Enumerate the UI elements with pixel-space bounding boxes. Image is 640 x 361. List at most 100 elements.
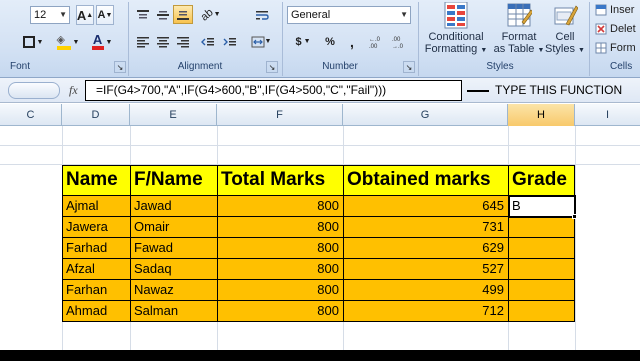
decrease-indent-icon [201, 37, 214, 45]
cell-styles-button[interactable]: Cell Styles ▼ [545, 0, 585, 58]
group-label-alignment: Alignment [177, 61, 223, 72]
conditional-formatting-label-2: Formatting [424, 43, 478, 55]
fill-handle[interactable] [572, 214, 577, 219]
column-header-h[interactable]: H [508, 104, 575, 126]
svg-text:→.0: →.0 [392, 44, 404, 49]
format-cells-button[interactable]: Form [594, 39, 640, 56]
grid-line [0, 145, 640, 146]
table-cell[interactable]: Fawad [131, 238, 218, 259]
font-color-button[interactable]: A ▼ [88, 32, 116, 52]
delete-cells-label: Delet [610, 22, 636, 35]
chevron-down-icon: ▼ [303, 38, 311, 45]
header-cell-obtained-marks[interactable]: Obtained marks [344, 166, 509, 196]
column-header-d[interactable]: D [62, 104, 130, 126]
table-cell[interactable]: 731 [344, 217, 509, 238]
annotation-text: TYPE THIS FUNCTION [495, 83, 623, 97]
currency-icon: $ [295, 35, 302, 48]
header-cell-total-marks[interactable]: Total Marks [218, 166, 344, 196]
alignment-dialog-launcher-icon[interactable]: ↘ [266, 61, 278, 73]
table-cell[interactable]: 527 [344, 259, 509, 280]
table-cell[interactable]: Jawad [131, 196, 218, 217]
chevron-down-icon: ▼ [59, 10, 67, 19]
align-bottom-button[interactable] [173, 5, 193, 24]
column-header-c[interactable]: C [0, 104, 62, 126]
table-cell[interactable]: 800 [218, 301, 344, 322]
shrink-font-button[interactable]: A ▼ [96, 5, 114, 25]
cell-styles-label-1: Cell [555, 31, 575, 43]
align-middle-button[interactable] [153, 5, 173, 24]
table-cell[interactable]: 800 [218, 238, 344, 259]
column-header-e[interactable]: E [130, 104, 217, 126]
insert-function-button[interactable]: fx [69, 83, 78, 98]
font-color-icon: A [91, 33, 104, 50]
table-cell[interactable] [509, 301, 575, 322]
table-cell[interactable]: Sadaq [131, 259, 218, 280]
header-cell-fname[interactable]: F/Name [131, 166, 218, 196]
comma-button[interactable]: , [342, 32, 362, 51]
table-cell[interactable]: Afzal [63, 259, 131, 280]
align-left-button[interactable] [133, 32, 153, 51]
decrease-indent-button[interactable] [198, 32, 218, 51]
insert-cells-button[interactable]: Inser [594, 1, 640, 18]
delete-cells-button[interactable]: Delet [594, 20, 640, 37]
table-cell[interactable] [509, 280, 575, 301]
column-header-i[interactable]: I [575, 104, 640, 126]
align-right-icon [177, 36, 189, 47]
table-cell[interactable]: 800 [218, 259, 344, 280]
table-cell[interactable]: 645 [344, 196, 509, 217]
number-dialog-launcher-icon[interactable]: ↘ [403, 61, 415, 73]
insert-cells-icon [595, 4, 607, 15]
table-cell[interactable]: Nawaz [131, 280, 218, 301]
align-right-button[interactable] [173, 32, 193, 51]
conditional-formatting-label-1: Conditional [428, 31, 484, 43]
percent-button[interactable]: % [320, 32, 340, 51]
excel-window: 12 ▼ A ▲ A ▼ ▼ ◈ ▼ A ▼ Font ↘ ab ▼ ▼ Ali… [0, 0, 640, 361]
formula-bar: fx =IF(G4>700,"A",IF(G4>600,"B",IF(G4>50… [0, 78, 640, 103]
table-cell[interactable] [509, 217, 575, 238]
chevron-down-icon: ▼ [36, 38, 44, 46]
format-as-table-button[interactable]: Format as Table ▼ [494, 0, 544, 58]
align-top-button[interactable] [133, 5, 153, 24]
table-cell[interactable]: 800 [218, 280, 344, 301]
table-cell[interactable] [509, 238, 575, 259]
table-cell[interactable]: Farhad [63, 238, 131, 259]
table-cell[interactable]: 800 [218, 217, 344, 238]
header-cell-grade[interactable]: Grade [509, 166, 575, 196]
number-format-combo[interactable]: General ▼ [287, 6, 411, 24]
name-box[interactable] [8, 82, 60, 99]
table-cell[interactable]: 712 [344, 301, 509, 322]
paint-bucket-icon: ◈ [56, 34, 71, 50]
percent-icon: % [325, 35, 335, 48]
table-cell[interactable]: 800 [218, 196, 344, 217]
border-button[interactable]: ▼ [20, 32, 46, 52]
merge-center-button[interactable]: ▼ [248, 32, 274, 51]
header-cell-name[interactable]: Name [63, 166, 131, 196]
table-cell[interactable]: Ahmad [63, 301, 131, 322]
table-cell[interactable] [509, 259, 575, 280]
formula-input[interactable]: =IF(G4>700,"A",IF(G4>600,"B",IF(G4>500,"… [85, 80, 462, 101]
align-center-button[interactable] [153, 32, 173, 51]
table-cell[interactable]: 629 [344, 238, 509, 259]
table-cell[interactable]: Farhan [63, 280, 131, 301]
table-cell[interactable]: Salman [131, 301, 218, 322]
group-separator [282, 2, 283, 76]
font-size-combo[interactable]: 12 ▼ [30, 6, 70, 24]
currency-button[interactable]: $ ▼ [290, 32, 316, 51]
grow-font-button[interactable]: A ▲ [76, 5, 94, 25]
conditional-formatting-button[interactable]: Conditional Formatting ▼ [425, 0, 487, 58]
table-cell[interactable]: 499 [344, 280, 509, 301]
table-cell[interactable]: Jawera [63, 217, 131, 238]
increase-indent-button[interactable] [220, 32, 240, 51]
comma-icon: , [350, 33, 354, 50]
table-cell[interactable]: Ajmal [63, 196, 131, 217]
fill-color-button[interactable]: ◈ ▼ [54, 32, 82, 52]
decrease-decimal-button[interactable]: .00 →.0 [390, 32, 410, 51]
wrap-text-button[interactable] [252, 5, 272, 24]
column-header-f[interactable]: F [217, 104, 343, 126]
font-dialog-launcher-icon[interactable]: ↘ [114, 61, 126, 73]
column-header-g[interactable]: G [343, 104, 508, 126]
increase-decimal-button[interactable]: ←.0.00 [367, 32, 387, 51]
group-label-styles: Styles [486, 61, 514, 72]
orientation-button[interactable]: ab ▼ [198, 5, 224, 24]
table-cell[interactable]: Omair [131, 217, 218, 238]
